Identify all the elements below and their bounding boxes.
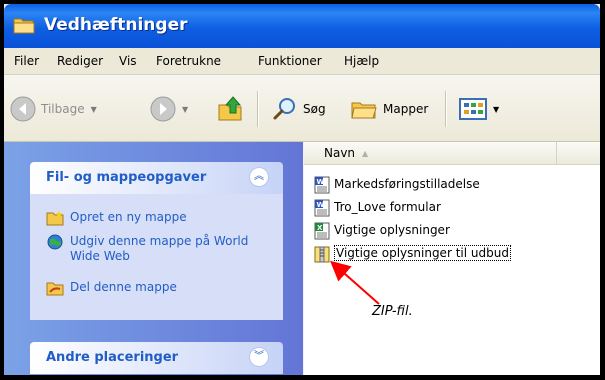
menu-funktioner[interactable]: Funktioner	[258, 54, 322, 68]
toolbar: Tilbage ▼ ▼ Søg Mapper ▼	[4, 75, 600, 142]
forward-dropdown-icon[interactable]: ▼	[182, 105, 188, 114]
file-list: Navn ▲ W Markedsføringstilladelse W Tro_…	[304, 142, 600, 375]
file-tasks-header[interactable]: Fil- og mappeopgaver ︽	[30, 162, 283, 194]
excel-document-icon: X	[314, 222, 330, 240]
folders-button[interactable]: Mapper	[350, 96, 428, 122]
share-folder-icon	[46, 282, 64, 296]
new-folder-icon	[46, 211, 64, 226]
task-share-folder[interactable]: Del denne mappe	[46, 280, 266, 298]
title-bar[interactable]: Vedhæftninger	[4, 4, 600, 48]
back-button[interactable]: Tilbage ▼	[10, 96, 97, 122]
file-name: Markedsføringstilladelse	[334, 177, 480, 191]
file-tasks-body: Opret en ny mappe Udgiv denne mappe på W…	[30, 194, 283, 320]
name-column-header[interactable]: Navn ▲	[304, 142, 557, 164]
menu-filer[interactable]: Filer	[14, 54, 39, 68]
expand-chevron-icon[interactable]: ︾	[249, 347, 269, 367]
views-button[interactable]: ▼	[459, 96, 499, 122]
task-label: Opret en ny mappe	[70, 210, 187, 224]
back-label: Tilbage	[41, 102, 85, 116]
name-column-label: Navn	[324, 146, 356, 160]
search-icon	[273, 98, 295, 120]
svg-text:W: W	[317, 201, 325, 209]
zip-folder-icon	[314, 246, 330, 263]
views-dropdown-icon[interactable]: ▼	[493, 105, 499, 114]
folder-icon	[13, 18, 35, 34]
explorer-window: Vedhæftninger Filer Rediger Vis Foretruk…	[4, 4, 600, 375]
forward-arrow-icon	[150, 96, 176, 122]
collapse-chevron-icon[interactable]: ︽	[249, 167, 269, 187]
other-places-header[interactable]: Andre placeringer ︾	[30, 342, 283, 374]
svg-text:X: X	[317, 224, 323, 232]
task-label: Del denne mappe	[70, 280, 177, 294]
window-title: Vedhæftninger	[44, 15, 188, 35]
task-pane: Fil- og mappeopgaver ︽ Opret en ny mappe…	[4, 142, 303, 375]
toolbar-separator	[257, 91, 259, 127]
menu-foretrukne[interactable]: Foretrukne	[156, 54, 221, 68]
menu-hjaelp[interactable]: Hjælp	[344, 54, 379, 68]
word-document-icon: W	[314, 199, 330, 217]
search-label: Søg	[303, 102, 326, 116]
sort-ascending-icon: ▲	[362, 149, 369, 158]
file-name: Vigtige oplysninger	[334, 223, 450, 237]
search-button[interactable]: Søg	[272, 96, 326, 122]
toolbar-separator	[445, 91, 447, 127]
other-places-title: Andre placeringer	[46, 350, 179, 365]
svg-text:W: W	[317, 178, 325, 186]
forward-button[interactable]: ▼	[150, 96, 188, 122]
up-folder-button[interactable]	[216, 96, 244, 122]
back-dropdown-icon[interactable]: ▼	[91, 105, 97, 114]
menu-rediger[interactable]: Rediger	[57, 54, 103, 68]
folders-label: Mapper	[383, 102, 429, 116]
file-tasks-title: Fil- og mappeopgaver	[46, 170, 207, 185]
views-icon	[459, 98, 487, 120]
file-name: Tro_Love formular	[334, 200, 441, 214]
task-label: Udgiv denne mappe på World Wide Web	[70, 234, 249, 263]
task-new-folder[interactable]: Opret en ny mappe	[46, 210, 266, 228]
back-arrow-icon	[10, 96, 36, 122]
folders-icon	[351, 102, 377, 119]
zip-annotation-label: ZIP-fil.	[372, 304, 413, 319]
publish-web-icon	[47, 234, 63, 250]
column-header: Navn ▲	[304, 142, 600, 165]
task-publish-web[interactable]: Udgiv denne mappe på World Wide Web	[46, 234, 266, 268]
up-folder-icon	[218, 96, 242, 121]
word-document-icon: W	[314, 176, 330, 194]
file-name: Vigtige oplysninger til udbud	[334, 245, 511, 261]
menu-vis[interactable]: Vis	[119, 54, 137, 68]
menu-bar: Filer Rediger Vis Foretrukne Funktioner …	[4, 48, 600, 75]
